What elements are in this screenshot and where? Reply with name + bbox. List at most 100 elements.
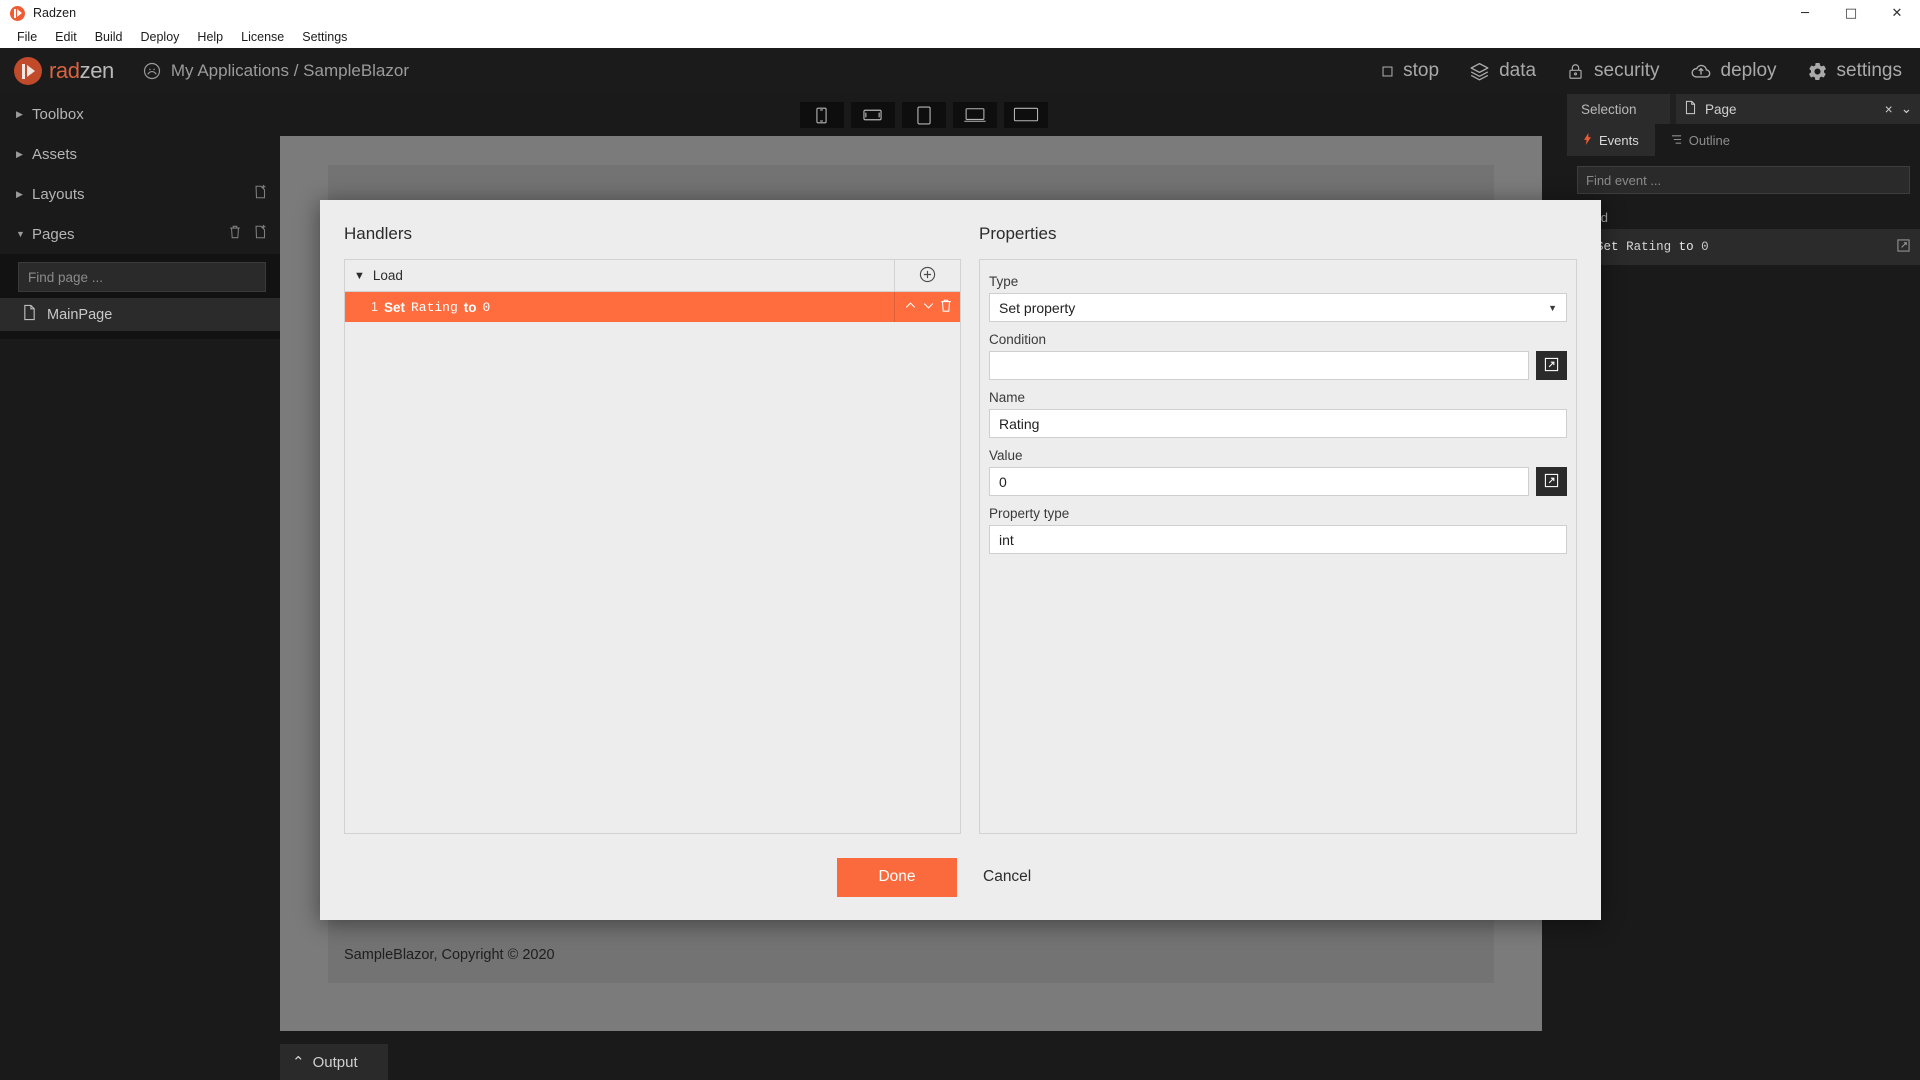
device-phone-portrait-button[interactable] [799,102,844,128]
field-type-value: Set property [999,299,1076,316]
handlers-column: Handlers ▼ Load 1 Set Rating to 0 [344,224,961,834]
handlers-tree-node-load[interactable]: ▼ Load [345,268,894,283]
chevron-down-icon: ▼ [16,229,25,239]
menu-item-license[interactable]: License [232,28,293,46]
event-row-load[interactable]: 1 Set Rating to 0 [1567,229,1920,265]
chevron-down-icon[interactable]: ⌄ [1901,101,1912,117]
pages-list: MainPage [0,298,280,339]
chevron-up-icon[interactable] [903,298,918,316]
menu-item-help[interactable]: Help [188,28,232,46]
field-property-type-input[interactable]: int [989,525,1567,554]
delete-page-icon[interactable] [228,224,242,244]
brand-text-rad: rad [49,58,80,83]
tab-events-label: Events [1599,132,1639,148]
find-page-container [0,254,280,298]
selection-dropdown[interactable]: Page × ⌄ [1676,94,1920,124]
radzen-brand-icon [14,57,42,85]
breadcrumb-text: My Applications / SampleBlazor [170,61,409,80]
window-minimize-button[interactable]: ─ [1782,0,1828,26]
header-action-security[interactable]: security [1566,60,1660,82]
find-event-container [1567,156,1920,200]
handler-row-value: 0 [482,299,491,315]
header-action-deploy-label: deploy [1720,60,1777,81]
event-code-keyword-to: to [1678,240,1694,254]
handler-row[interactable]: 1 Set Rating to 0 [345,292,960,322]
field-value: Value 0 [989,448,1567,496]
header-action-deploy[interactable]: deploy [1690,60,1777,82]
window-maximize-button[interactable]: □ [1828,0,1874,26]
find-event-input[interactable] [1577,166,1910,194]
cancel-button[interactable]: Cancel [983,868,1031,886]
device-desktop-button[interactable] [1003,102,1048,128]
right-panel-tabs: Events Outline [1567,124,1920,156]
tab-events[interactable]: Events [1567,124,1655,156]
dialog-footer: Done Cancel [320,834,1601,920]
sidebar-section-toolbox-label: Toolbox [32,105,84,123]
device-preview-bar [280,94,1567,136]
menu-item-build[interactable]: Build [86,28,132,46]
menu-item-file[interactable]: File [8,28,46,46]
field-condition-label: Condition [989,332,1047,347]
field-name-input[interactable]: Rating [989,409,1567,438]
output-panel-toggle[interactable]: ⌃ Output [280,1044,388,1080]
open-external-icon [1544,473,1559,491]
app-circle-icon [142,61,162,81]
device-laptop-button[interactable] [952,102,997,128]
window-close-button[interactable]: ✕ [1874,0,1920,26]
stop-square-icon [1381,65,1394,78]
chevron-down-icon[interactable] [921,298,936,316]
chevron-right-icon: ▶ [16,108,23,119]
sidebar-section-toolbox[interactable]: ▶ Toolbox [0,94,280,134]
sidebar-section-layouts-label: Layouts [32,185,85,203]
sidebar-section-layouts[interactable]: ▶ Layouts [0,174,280,214]
header-action-settings[interactable]: settings [1807,60,1902,82]
sidebar-section-pages-label: Pages [32,225,75,243]
edit-icon[interactable] [1897,239,1910,255]
add-layout-icon[interactable] [253,184,268,204]
find-page-input[interactable] [18,262,266,292]
header-action-settings-label: settings [1836,60,1902,81]
field-condition: Condition [989,332,1567,380]
field-property-type: Property type int [989,506,1567,554]
header-action-security-label: security [1594,60,1660,81]
page-list-item-label: MainPage [47,306,113,323]
selection-label: Selection [1567,94,1670,124]
output-panel-label: Output [312,1053,358,1071]
sidebar-section-assets[interactable]: ▶ Assets [0,134,280,174]
properties-form: Type Set property ▼ Condition Name Ratin… [979,259,1577,834]
chevron-down-icon: ▼ [1548,302,1557,313]
field-condition-input[interactable] [989,351,1529,380]
done-button[interactable]: Done [837,857,957,897]
chevron-up-icon: ⌃ [292,1054,305,1071]
chevron-down-icon: ▼ [354,269,365,282]
window-titlebar: Radzen ─ □ ✕ [0,0,1920,26]
page-icon [1684,100,1697,118]
device-tablet-button[interactable] [901,102,946,128]
field-name-label: Name [989,390,1026,405]
breadcrumb[interactable]: My Applications / SampleBlazor [142,61,409,81]
brand-text-zen: zen [79,58,115,83]
menu-item-deploy[interactable]: Deploy [132,28,189,46]
header-action-data[interactable]: data [1469,60,1536,82]
dialog-columns: Handlers ▼ Load 1 Set Rating to 0 Proper… [320,200,1601,834]
menu-item-settings[interactable]: Settings [293,28,356,46]
trash-icon[interactable] [939,298,953,316]
field-condition-expand-button[interactable] [1536,351,1567,380]
clear-selection-icon[interactable]: × [1885,102,1893,117]
sidebar-section-pages[interactable]: ▼ Pages [0,214,280,254]
field-value-expand-button[interactable] [1536,467,1567,496]
tab-outline[interactable]: Outline [1655,124,1746,156]
page-list-item-mainpage[interactable]: MainPage [0,298,280,331]
field-value-input[interactable]: 0 [989,467,1529,496]
handler-row-keyword-to: to [463,299,477,315]
left-sidebar: ▶ Toolbox ▶ Assets ▶ Layouts ▼ Pages Fin… [0,94,280,1080]
field-type-select[interactable]: Set property ▼ [989,293,1567,322]
field-value-label: Value [989,448,1023,463]
menu-item-edit[interactable]: Edit [46,28,86,46]
device-phone-landscape-button[interactable] [850,102,895,128]
add-page-icon[interactable] [253,224,268,244]
brand[interactable]: rad zen [14,57,114,85]
header-action-stop[interactable]: stop [1381,60,1439,82]
add-handler-button[interactable] [894,260,960,291]
properties-column: Properties Type Set property ▼ Condition [979,224,1577,834]
